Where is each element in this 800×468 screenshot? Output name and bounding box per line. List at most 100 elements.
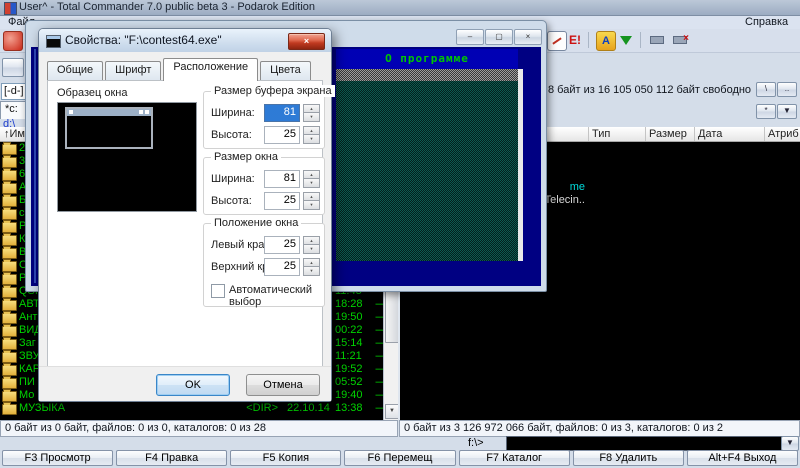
folder-icon	[2, 157, 17, 168]
folder-icon	[2, 287, 17, 298]
spin-down-icon[interactable]: ▼	[303, 178, 320, 188]
close-icon[interactable]: ×	[514, 29, 542, 45]
f8-delete-button[interactable]: F8 Удалить	[573, 450, 684, 466]
header-date-column[interactable]: Дата	[694, 127, 765, 141]
left-status-bar: 0 байт из 0 байт, файлов: 0 из 0, катало…	[0, 420, 398, 437]
command-prompt-label: f:\>	[468, 437, 484, 449]
download-arrow-icon[interactable]	[617, 31, 635, 49]
window-width-field[interactable]: 81	[264, 170, 300, 188]
network-disconnect-icon[interactable]: ×	[671, 31, 689, 49]
dialog-footer: OK Отмена	[39, 366, 331, 401]
console-app-icon	[46, 35, 61, 48]
parent-dir-button[interactable]: ..	[777, 82, 797, 97]
left-edge-stepper[interactable]: ▲ ▼	[303, 236, 319, 253]
spin-down-icon[interactable]: ▼	[303, 244, 320, 254]
function-key-bar: F3 Просмотр F4 Правка F5 Копия F6 Переме…	[0, 450, 800, 467]
folder-icon	[2, 313, 17, 324]
tab-layout[interactable]: Расположение	[163, 58, 258, 81]
folder-icon	[2, 144, 17, 155]
altf4-exit-button[interactable]: Alt+F4 Выход	[687, 450, 798, 466]
folder-icon	[2, 404, 17, 415]
font-a-icon[interactable]: A	[596, 31, 616, 51]
network-connect-icon[interactable]	[648, 31, 666, 49]
free-space-info: 8 байт из 16 105 050 112 байт свободно	[548, 84, 751, 96]
root-dir-button[interactable]: \	[756, 82, 776, 97]
drive-combo-value: [-d-]	[4, 85, 24, 97]
history-button[interactable]: ▼	[777, 104, 797, 119]
folder-icon	[2, 378, 17, 389]
group-window-position: Положение окна Левый край: 25 ▲ ▼ Верхни…	[203, 223, 325, 307]
folder-icon	[2, 339, 17, 350]
spin-down-icon[interactable]: ▼	[303, 134, 320, 144]
f7-mkdir-button[interactable]: F7 Каталог	[459, 450, 570, 466]
folder-icon	[2, 300, 17, 311]
buffer-height-stepper[interactable]: ▲ ▼	[303, 126, 319, 143]
buffer-height-field[interactable]: 25	[264, 126, 300, 144]
command-history-button[interactable]: ▼	[781, 436, 799, 451]
tab-font[interactable]: Шрифт	[105, 61, 161, 81]
scrollbar-thumb[interactable]	[385, 283, 399, 343]
left-edge-field[interactable]: 25	[264, 236, 300, 254]
f4-edit-button[interactable]: F4 Правка	[116, 450, 227, 466]
folder-icon	[2, 170, 17, 181]
top-edge-stepper[interactable]: ▲ ▼	[303, 258, 319, 275]
header-type-column[interactable]: Тип	[588, 127, 646, 141]
preview-mini-titlebar	[67, 109, 151, 116]
e-editor-icon[interactable]: E!	[566, 31, 584, 49]
spin-down-icon[interactable]: ▼	[303, 200, 320, 210]
header-attr-column[interactable]: Атриб	[764, 127, 800, 141]
command-input[interactable]	[506, 436, 784, 451]
f6-move-button[interactable]: F6 Перемещ	[344, 450, 455, 466]
folder-icon	[2, 352, 17, 363]
toolbar-separator	[640, 32, 641, 48]
dialog-titlebar[interactable]: Свойства: "F:\contest64.exe" ×	[39, 29, 331, 52]
ok-button[interactable]: OK	[156, 374, 230, 396]
auto-position-checkbox[interactable]	[211, 284, 225, 298]
spin-down-icon[interactable]: ▼	[303, 112, 320, 122]
folder-icon	[2, 326, 17, 337]
dialog-title: Свойства: "F:\contest64.exe"	[65, 33, 222, 47]
edit-file-icon[interactable]	[547, 31, 567, 51]
top-edge-field[interactable]: 25	[264, 258, 300, 276]
favorites-button[interactable]: *	[756, 104, 776, 119]
spin-down-icon[interactable]: ▼	[303, 266, 320, 276]
tab-colors[interactable]: Цвета	[260, 61, 311, 81]
scroll-down-button[interactable]: ▼	[385, 404, 399, 419]
console-program-title: О программе	[336, 49, 518, 69]
dialog-tabs: Общие Шрифт Расположение Цвета	[47, 60, 313, 81]
f5-copy-button[interactable]: F5 Копия	[230, 450, 341, 466]
maximize-icon[interactable]: ▢	[485, 29, 513, 45]
folder-icon	[2, 261, 17, 272]
app-icon	[4, 2, 17, 15]
buffer-width-stepper[interactable]: ▲ ▼	[303, 104, 319, 121]
minimize-icon[interactable]: –	[456, 29, 484, 45]
drive-button[interactable]	[2, 58, 24, 77]
toolbar-red-icon[interactable]	[3, 31, 23, 51]
folder-icon	[2, 365, 17, 376]
buffer-width-field[interactable]: 81	[264, 104, 300, 122]
folder-icon	[2, 183, 17, 194]
group-window-size: Размер окна Ширина: 81 ▲ ▼ Высота: 25 ▲ …	[203, 157, 325, 215]
f3-view-button[interactable]: F3 Просмотр	[2, 450, 113, 466]
properties-dialog: Свойства: "F:\contest64.exe" × Общие Шри…	[38, 28, 332, 402]
right-status-bar: 0 байт из 3 126 972 066 байт, файлов: 0 …	[399, 420, 800, 437]
total-commander-window: User^ - Total Commander 7.0 public beta …	[0, 0, 800, 468]
window-width-stepper[interactable]: ▲ ▼	[303, 170, 319, 187]
cancel-button[interactable]: Отмена	[246, 374, 320, 396]
window-height-stepper[interactable]: ▲ ▼	[303, 192, 319, 209]
console-scrollbar[interactable]	[518, 69, 523, 261]
app-titlebar: User^ - Total Commander 7.0 public beta …	[0, 0, 800, 16]
list-item-muzyka[interactable]: МУЗЫКА <DIR> 22.10.14 13:38 —	[0, 402, 398, 415]
window-height-field[interactable]: 25	[264, 192, 300, 210]
folder-icon	[2, 248, 17, 259]
header-size-column[interactable]: Размер	[645, 127, 695, 141]
folder-icon	[2, 391, 17, 402]
preview-mini-window	[65, 107, 153, 149]
close-icon[interactable]: ×	[288, 33, 325, 50]
tab-general[interactable]: Общие	[47, 61, 103, 81]
auto-position-label: Автоматический выбор	[229, 284, 324, 308]
menu-help[interactable]: Справка	[745, 16, 788, 28]
folder-icon	[2, 196, 17, 207]
folder-icon	[2, 235, 17, 246]
preview-label: Образец окна	[57, 87, 128, 99]
